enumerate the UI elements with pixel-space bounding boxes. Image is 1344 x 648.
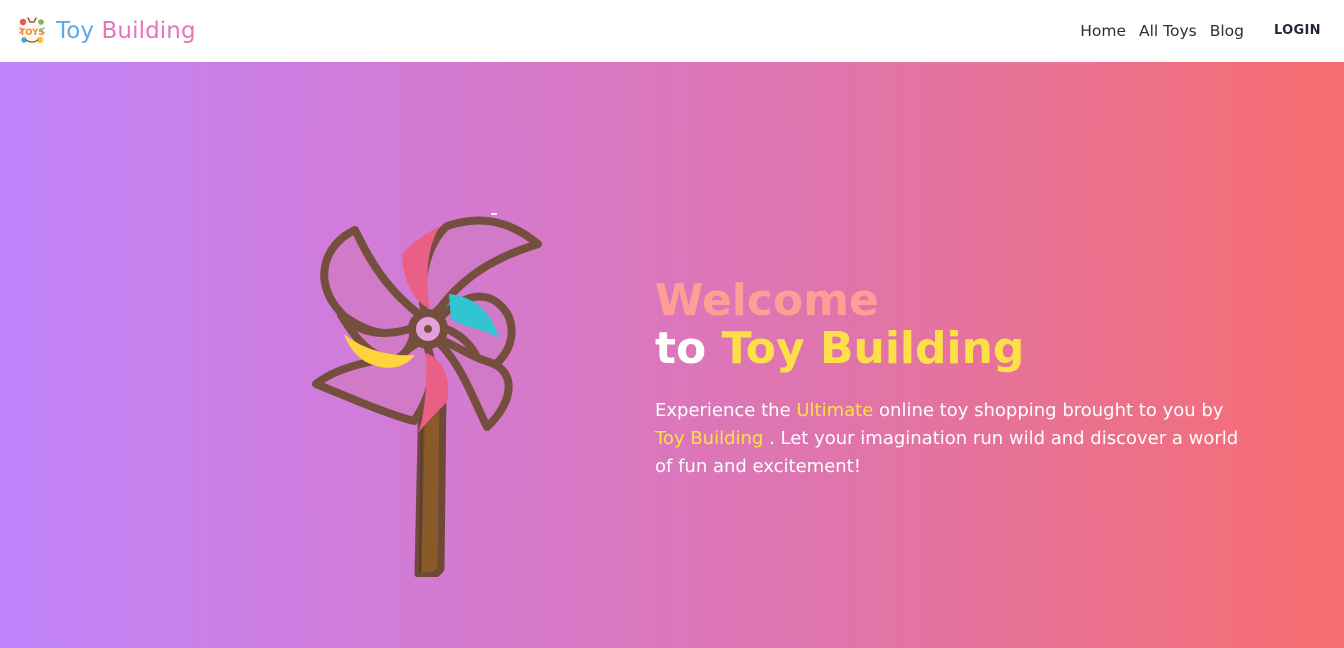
- hero-title: Welcome to Toy Building: [655, 277, 1255, 373]
- hero-title-brand: Toy Building: [721, 323, 1025, 374]
- hero-section: Welcome to Toy Building Experience the U…: [0, 62, 1344, 648]
- top-navbar: TOYS Toy Building Home All Toys Blog LOG…: [0, 0, 1344, 62]
- pinwheel-icon: [312, 213, 542, 577]
- hero-title-to: to: [655, 323, 707, 374]
- hero-description: Experience the Ultimate online toy shopp…: [655, 397, 1255, 481]
- nav-link-home[interactable]: Home: [1080, 20, 1126, 42]
- toys-logo-text: TOYS: [20, 27, 45, 37]
- hero-description-highlight-brand: Toy Building: [655, 428, 764, 449]
- hero-title-second-line: to Toy Building: [655, 325, 1255, 373]
- hero-copy: Welcome to Toy Building Experience the U…: [655, 277, 1255, 499]
- hero-description-highlight-ultimate: Ultimate: [796, 400, 874, 421]
- hero-description-part-2: online toy shopping brought to you by: [879, 400, 1224, 421]
- toys-logo-icon: TOYS: [17, 16, 47, 46]
- brand-link[interactable]: TOYS Toy Building: [16, 14, 196, 48]
- login-button[interactable]: LOGIN: [1274, 20, 1321, 42]
- nav-link-all-toys[interactable]: All Toys: [1139, 20, 1197, 42]
- brand-name: Toy Building: [56, 14, 196, 48]
- brand-word-toy: Toy: [56, 18, 95, 44]
- hero-description-part-1: Experience the: [655, 400, 797, 421]
- main-navigation: Home All Toys Blog: [1080, 20, 1244, 42]
- nav-link-blog[interactable]: Blog: [1210, 20, 1244, 42]
- hero-title-welcome: Welcome: [655, 275, 879, 326]
- brand-word-building: Building: [101, 18, 196, 44]
